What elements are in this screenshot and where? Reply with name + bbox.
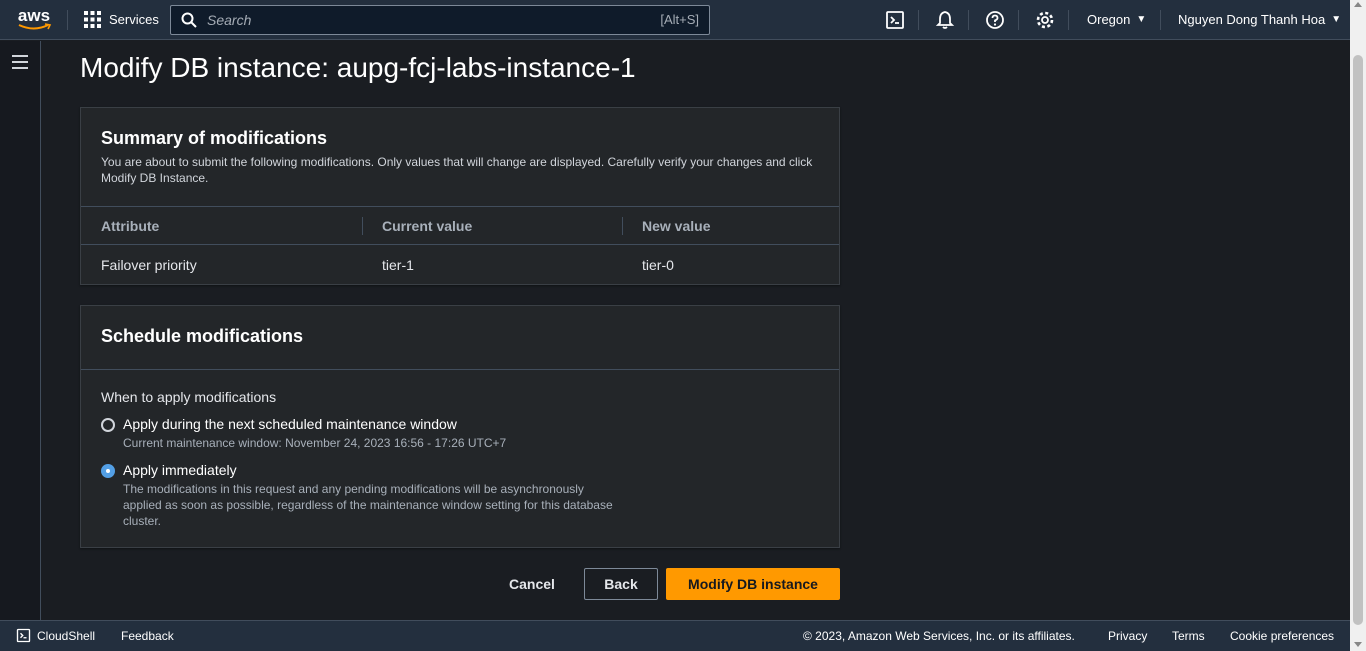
nav-divider [1068,10,1069,30]
cancel-button[interactable]: Cancel [500,568,564,600]
option-description: The modifications in this request and an… [123,482,613,528]
feedback-link[interactable]: Feedback [121,629,174,643]
footer: CloudShell Feedback © 2023, Amazon Web S… [0,620,1350,651]
nav-divider [1018,10,1019,30]
option-label: Apply immediately [123,462,237,478]
gear-icon[interactable] [1035,10,1055,30]
summary-description: You are about to submit the following mo… [101,155,813,185]
cloudshell-icon [16,628,31,643]
aws-smile-icon [18,23,52,30]
caret-down-icon: ▼ [1136,14,1147,25]
scroll-up-arrow-icon[interactable] [1354,2,1362,7]
schedule-panel: Schedule modifications When to apply mod… [80,305,840,548]
cell-current-value: tier-1 [382,257,414,273]
search-input[interactable] [207,12,627,28]
scroll-down-arrow-icon[interactable] [1354,642,1362,647]
cell-new-value: tier-0 [642,257,674,273]
caret-down-icon: ▼ [1331,14,1342,25]
grid-icon [84,11,101,28]
column-header-new-value: New value [642,218,711,234]
radio-maintenance-window[interactable] [101,418,115,432]
summary-title: Summary of modifications [101,128,328,148]
search-shortcut-hint: [Alt+S] [660,12,699,27]
schedule-title: Schedule modifications [101,326,304,346]
copyright-text: © 2023, Amazon Web Services, Inc. or its… [803,629,1075,643]
option-maintenance-window[interactable]: Apply during the next scheduled maintena… [101,415,623,451]
column-divider [622,217,623,235]
hamburger-icon[interactable] [12,55,28,69]
column-divider [362,217,363,235]
scrollbar-thumb[interactable] [1353,55,1363,625]
option-label: Apply during the next scheduled maintena… [123,416,457,432]
apply-modifications-label: When to apply modifications [101,389,277,405]
nav-divider [67,10,68,30]
page-title: Modify DB instance: aupg-fcj-labs-instan… [80,52,636,83]
aws-logo-text: aws [17,6,51,25]
side-navigation-rail [0,41,41,620]
divider [81,369,839,370]
help-icon[interactable] [985,10,1005,30]
column-header-attribute: Attribute [101,218,160,234]
user-menu[interactable]: Nguyen Dong Thanh Hoa ▼ [1178,12,1341,27]
back-button[interactable]: Back [584,568,658,600]
summary-panel: Summary of modifications You are about t… [80,107,840,285]
search-bar[interactable]: [Alt+S] [170,5,710,35]
table-row: Failover priority tier-1 tier-0 [81,245,839,285]
option-description: Current maintenance window: November 24,… [123,436,507,450]
option-apply-immediately[interactable]: Apply immediately The modifications in t… [101,461,623,529]
services-menu[interactable]: Services [84,11,159,28]
region-label: Oregon [1087,12,1131,27]
modify-db-instance-button[interactable]: Modify DB instance [666,568,840,600]
radio-apply-immediately[interactable] [101,464,115,478]
column-header-current-value: Current value [382,218,473,234]
services-label: Services [109,12,159,27]
cell-attribute: Failover priority [101,257,197,273]
user-name: Nguyen Dong Thanh Hoa [1178,12,1326,27]
cloudshell-label: CloudShell [37,628,96,643]
nav-divider [1160,10,1161,30]
bell-icon[interactable] [935,10,955,30]
terms-link[interactable]: Terms [1172,629,1205,643]
search-icon [181,12,197,28]
top-navigation: aws Services [Alt+S] [0,0,1350,40]
page-scrollbar[interactable] [1350,0,1366,651]
nav-divider [918,10,919,30]
aws-logo[interactable]: aws [16,6,52,32]
nav-divider [968,10,969,30]
cloudshell-icon[interactable] [885,10,905,30]
cloudshell-link[interactable]: CloudShell [16,628,95,643]
region-selector[interactable]: Oregon ▼ [1087,12,1146,27]
table-header: Attribute Current value New value [81,206,839,245]
cookie-preferences-link[interactable]: Cookie preferences [1230,629,1334,643]
privacy-link[interactable]: Privacy [1108,629,1147,643]
